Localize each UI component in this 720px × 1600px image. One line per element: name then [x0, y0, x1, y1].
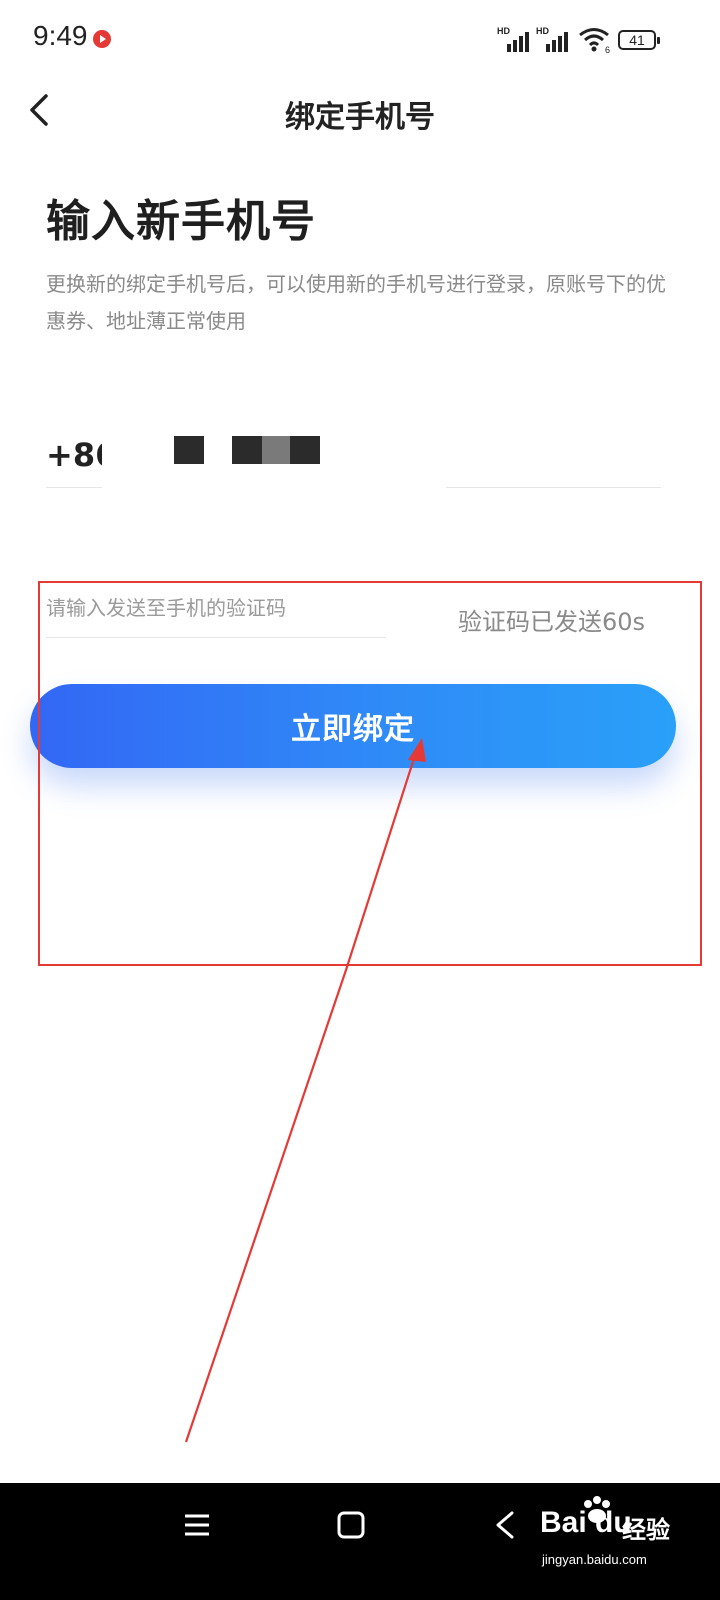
country-code-underline — [46, 487, 102, 488]
watermark-cn: 经验 — [622, 1516, 670, 1544]
watermark-url: jingyan.baidu.com — [542, 1552, 647, 1567]
masked-digit — [290, 436, 320, 464]
bind-now-button[interactable]: 立即绑定 — [30, 684, 676, 768]
status-time: 9:49 — [33, 20, 88, 51]
menu-icon[interactable] — [182, 1511, 212, 1539]
status-bar: 9:49 HD HD 6 41 — [0, 0, 720, 80]
page-title: 绑定手机号 — [285, 100, 435, 135]
country-code[interactable]: +86 — [46, 436, 102, 474]
section-headline: 输入新手机号 — [46, 196, 316, 247]
wifi-label: 6 — [605, 45, 610, 54]
hd-label: HD — [497, 26, 510, 36]
verification-code-input[interactable] — [46, 588, 386, 628]
hd-label: HD — [536, 26, 549, 36]
code-input-underline — [46, 637, 386, 638]
masked-digit — [232, 436, 262, 464]
resend-countdown[interactable]: 验证码已发送60s — [458, 602, 645, 637]
watermark-brand: Bai du — [540, 1506, 632, 1539]
masked-digit — [262, 436, 290, 464]
cellular-signal-icon: HD — [497, 26, 537, 52]
annotation-highlight-box — [38, 581, 702, 966]
back-nav-icon[interactable] — [492, 1509, 518, 1541]
home-icon[interactable] — [336, 1510, 366, 1540]
battery-icon: 41 — [618, 30, 660, 50]
baidu-jingyan-watermark: Bai du 经验 jingyan.baidu.com — [540, 1496, 710, 1586]
masked-digit — [174, 436, 204, 464]
screen-record-icon — [93, 30, 111, 48]
cellular-signal-icon-2: HD — [536, 26, 576, 52]
phone-number-underline — [446, 487, 661, 488]
wifi-icon: 6 — [579, 28, 610, 54]
description-text: 更换新的绑定手机号后，可以使用新的手机号进行登录，原账号下的优惠券、地址薄正常使… — [46, 272, 666, 333]
